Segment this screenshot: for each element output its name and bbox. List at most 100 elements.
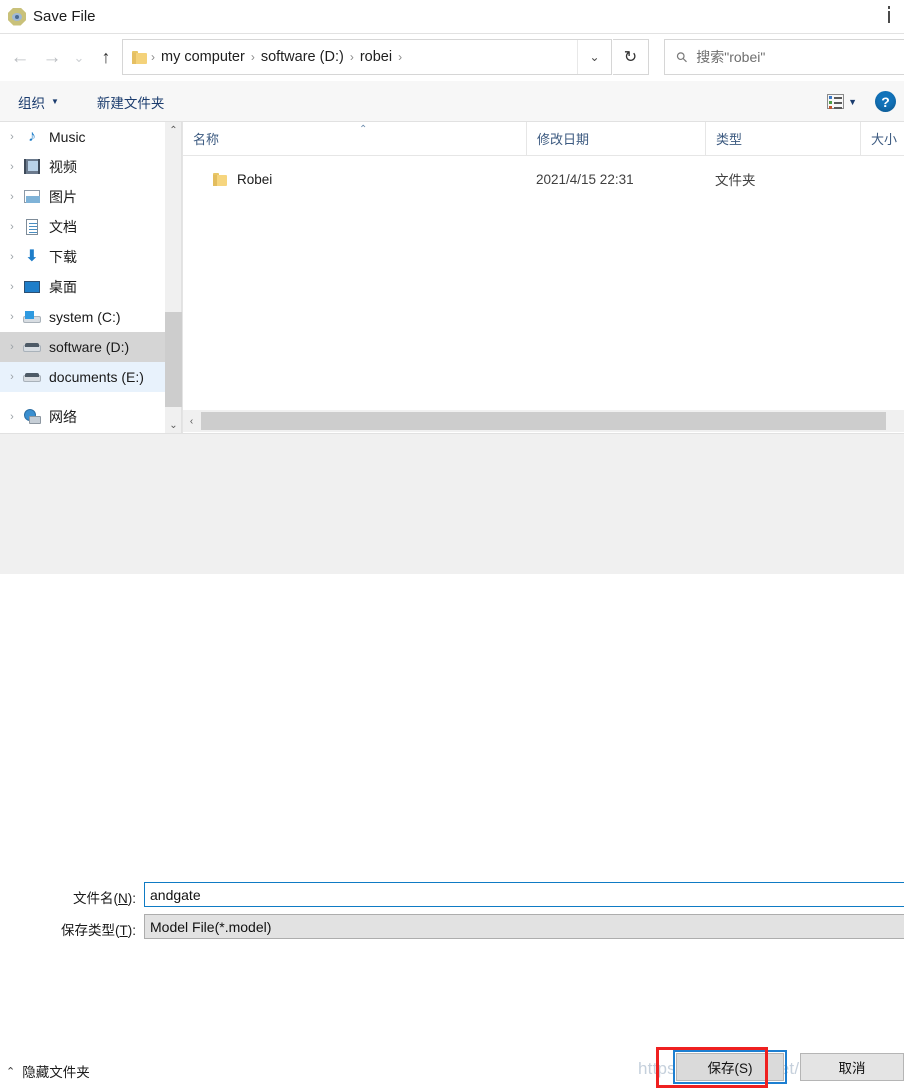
sidebar-item-label: 网络 — [49, 409, 77, 425]
sidebar-item-[interactable]: › 桌面 — [0, 272, 165, 302]
search-placeholder: 搜索"robei" — [696, 49, 766, 65]
address-bar[interactable]: › my computer › software (D:) › robei › … — [122, 39, 612, 75]
title-bar: Save File — [0, 0, 904, 33]
sort-ascending-icon: ⌃ — [359, 124, 368, 135]
view-mode-icon[interactable] — [827, 94, 845, 109]
help-icon[interactable]: ? — [875, 91, 896, 112]
expander-icon[interactable]: › — [2, 341, 22, 353]
windows-drive-icon — [22, 308, 42, 326]
column-header-type[interactable]: 类型 — [705, 122, 860, 155]
save-form: 文件名(N): 保存类型(T): andgate Model File(*.mo… — [0, 434, 904, 939]
sidebar-item-system-c[interactable]: › system (C:) — [0, 302, 165, 332]
sidebar-item-[interactable]: › ⬇ 下载 — [0, 242, 165, 272]
sidebar-item-label: software (D:) — [49, 339, 130, 355]
breadcrumb-separator: › — [349, 50, 354, 64]
music-icon: ♪ — [28, 128, 36, 145]
forward-icon[interactable]: → — [36, 41, 68, 73]
sidebar-item-[interactable]: › 视频 — [0, 152, 165, 182]
search-input[interactable]: ⚲ 搜索"robei" — [664, 39, 904, 75]
app-diamond-icon — [8, 7, 26, 26]
up-icon[interactable]: ↑ — [90, 41, 122, 73]
filetype-select[interactable]: Model File(*.model) — [144, 914, 904, 939]
new-folder-label: 新建文件夹 — [96, 95, 165, 111]
refresh-icon[interactable]: ↻ — [613, 39, 649, 75]
folder-icon — [213, 172, 227, 186]
filename-label: 文件名(N): — [73, 891, 136, 906]
cell-modified: 2021/4/15 22:31 — [536, 171, 634, 187]
hide-folders-toggle[interactable]: ⌃ 隐藏文件夹 — [6, 1061, 90, 1081]
sidebar-item-label: 视频 — [49, 159, 77, 175]
breadcrumb-separator: › — [250, 50, 255, 64]
toolbar: 组织 ▼ 新建文件夹 ▼ ? — [0, 81, 904, 122]
chevron-down-icon: ▼ — [51, 97, 59, 106]
sidebar-tree[interactable]: › ♪ Music › 视频 › 图片 › 文档 › ⬇ 下载 › 桌面 › system (C:) › soft… — [0, 122, 165, 434]
expander-icon[interactable]: › — [2, 191, 22, 203]
expander-icon[interactable]: › — [2, 161, 22, 173]
chevron-down-icon[interactable]: ▼ — [848, 97, 857, 107]
chevron-up-icon: ⌃ — [6, 1065, 16, 1078]
horizontal-scroll-thumb[interactable] — [201, 412, 886, 430]
close-button[interactable] — [874, 0, 904, 33]
expander-icon[interactable]: › — [2, 221, 22, 233]
column-header-modified[interactable]: 修改日期 — [526, 122, 705, 155]
sidebar-item-documents-e[interactable]: › documents (E:) — [0, 362, 165, 392]
horizontal-scrollbar[interactable]: ‹ — [183, 410, 904, 432]
expander-icon[interactable]: › — [2, 251, 22, 263]
network-icon — [22, 408, 42, 426]
column-label: 类型 — [716, 132, 743, 147]
organize-label: 组织 — [18, 95, 45, 111]
search-icon: ⚲ — [672, 47, 692, 66]
back-icon[interactable]: ← — [4, 41, 36, 73]
scroll-left-icon[interactable]: ‹ — [183, 410, 200, 432]
sidebar-item-label: 图片 — [49, 189, 77, 205]
sidebar-item-label: Music — [49, 129, 86, 145]
sidebar-item-label: 下载 — [49, 249, 77, 265]
sidebar-item-software-d[interactable]: › software (D:) — [0, 332, 165, 362]
breadcrumb-separator: › — [151, 50, 155, 64]
breadcrumb-item-my-computer[interactable]: my computer — [157, 49, 249, 65]
save-button[interactable]: 保存(S) — [676, 1053, 784, 1081]
sidebar-item-[interactable]: › 图片 — [0, 182, 165, 212]
chevron-down-icon[interactable]: ⌄ — [577, 40, 611, 74]
column-label: 修改日期 — [537, 132, 590, 147]
documents-icon — [22, 218, 42, 236]
folder-icon — [132, 50, 147, 64]
column-header-size[interactable]: 大小 — [860, 122, 904, 155]
cancel-button[interactable]: 取消 — [800, 1053, 904, 1081]
expander-icon[interactable]: › — [2, 411, 22, 423]
sidebar-item-[interactable]: › 文档 — [0, 212, 165, 242]
toolbar-right-group: ▼ ? — [827, 91, 904, 112]
hide-folders-label: 隐藏文件夹 — [22, 1065, 90, 1080]
sidebar-scrollbar[interactable]: ⌃ ⌄ — [165, 122, 182, 434]
expander-icon[interactable]: › — [2, 281, 22, 293]
cell-type: 文件夹 — [715, 173, 756, 188]
expander-icon[interactable]: › — [2, 371, 22, 383]
column-header-name[interactable]: 名称 — [183, 122, 526, 155]
scroll-down-icon[interactable]: ⌄ — [165, 417, 182, 434]
column-header-separator — [183, 155, 904, 156]
breadcrumb-separator: › — [398, 50, 403, 64]
drive-icon — [22, 338, 42, 356]
file-list[interactable]: 名称 ⌃ 修改日期 类型 大小 Robei 2021/4/15 22:31 文件… — [183, 122, 904, 410]
pictures-icon — [22, 188, 42, 206]
cell-name: Robei — [237, 171, 273, 187]
column-label: 名称 — [193, 132, 220, 147]
scroll-up-icon[interactable]: ⌃ — [165, 122, 182, 139]
downloads-icon: ⬇ — [25, 248, 39, 265]
sidebar-scroll-thumb[interactable] — [165, 312, 182, 407]
organize-button[interactable]: 组织 ▼ — [12, 92, 65, 112]
filetype-label: 保存类型(T): — [61, 923, 136, 938]
breadcrumb-item-robei[interactable]: robei — [356, 49, 396, 65]
filename-input[interactable]: andgate — [144, 882, 904, 907]
recent-locations-icon[interactable]: ⌄ — [68, 41, 90, 73]
breadcrumb-item-software-d[interactable]: software (D:) — [257, 49, 348, 65]
expander-icon[interactable]: › — [2, 311, 22, 323]
sidebar-item-[interactable]: › 网络 — [0, 402, 165, 432]
table-row[interactable]: Robei 2021/4/15 22:31 文件夹 — [183, 164, 904, 194]
column-label: 大小 — [871, 132, 898, 147]
sidebar-item-music[interactable]: › ♪ Music — [0, 122, 165, 152]
drive-icon — [22, 368, 42, 386]
expander-icon[interactable]: › — [2, 131, 22, 143]
sidebar-item-label: documents (E:) — [49, 369, 144, 385]
new-folder-button[interactable]: 新建文件夹 — [91, 92, 171, 112]
